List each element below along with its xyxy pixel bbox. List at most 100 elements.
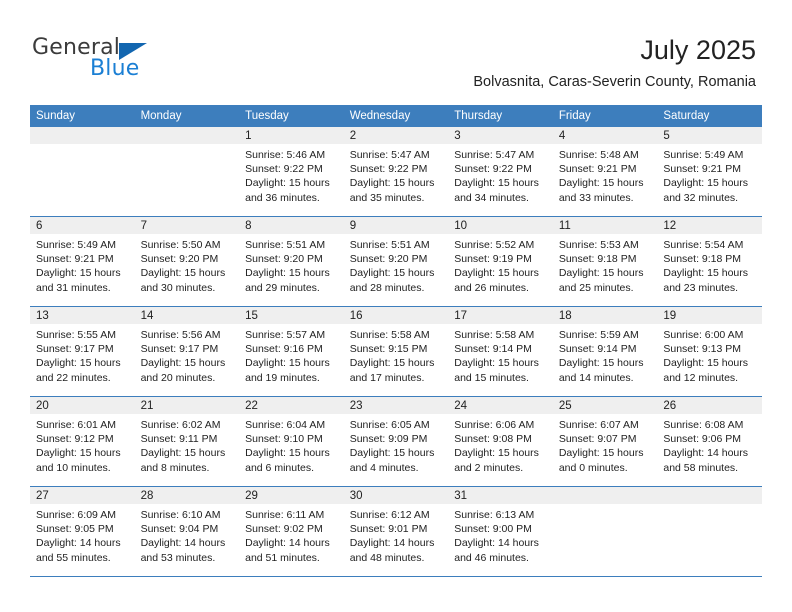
- calendar-day-cell[interactable]: 26 Sunrise: 6:08 AM Sunset: 9:06 PM Dayligh…: [657, 396, 762, 487]
- day-cell-inner: 30 Sunrise: 6:12 AM Sunset: 9:01 PM Dayligh…: [343, 487, 449, 576]
- daylight-text-line1: Daylight: 15 hours: [663, 267, 749, 280]
- day-number: 27: [30, 487, 135, 504]
- day-details: Sunrise: 6:04 AM Sunset: 9:10 PM Daylight:…: [239, 414, 344, 475]
- day-number: 24: [448, 397, 553, 414]
- calendar-day-cell[interactable]: 29 Sunrise: 6:11 AM Sunset: 9:02 PM Dayligh…: [239, 486, 344, 576]
- sunrise-text: Sunrise: 6:11 AM: [245, 509, 325, 521]
- sunrise-text: Sunrise: 5:55 AM: [36, 329, 116, 341]
- calendar-day-cell[interactable]: 24 Sunrise: 6:06 AM Sunset: 9:08 PM Dayligh…: [448, 396, 553, 487]
- calendar-day-cell[interactable]: 19 Sunrise: 6:00 AM Sunset: 9:13 PM Dayligh…: [657, 306, 762, 397]
- calendar-day-cell[interactable]: 2 Sunrise: 5:47 AM Sunset: 9:22 PM Daylight…: [343, 127, 449, 217]
- calendar-week-row: 13 Sunrise: 5:55 AM Sunset: 9:17 PM Dayligh…: [30, 306, 762, 397]
- day-number: 18: [552, 307, 658, 324]
- sunset-text: Sunset: 9:18 PM: [663, 253, 742, 266]
- calendar-day-cell[interactable]: 16 Sunrise: 5:58 AM Sunset: 9:15 PM Dayligh…: [343, 306, 449, 397]
- calendar-day-cell[interactable]: 9 Sunrise: 5:51 AM Sunset: 9:20 PM Daylight…: [343, 216, 449, 307]
- daylight-text-line2: and 58 minutes.: [663, 461, 739, 474]
- day-number: 13: [30, 307, 135, 324]
- calendar-day-cell[interactable]: 15 Sunrise: 5:57 AM Sunset: 9:16 PM Dayligh…: [239, 306, 344, 397]
- daylight-text-line2: and 34 minutes.: [454, 191, 529, 204]
- dow-header-thursday: Thursday: [448, 105, 553, 127]
- daylight-text-line1: Daylight: 15 hours: [245, 177, 330, 190]
- sunset-text: Sunset: 9:17 PM: [36, 343, 114, 356]
- sunset-text: Sunset: 9:21 PM: [663, 163, 742, 176]
- sunset-text: Sunset: 9:14 PM: [454, 343, 532, 356]
- calendar-day-cell[interactable]: 10 Sunrise: 5:52 AM Sunset: 9:19 PM Dayligh…: [448, 216, 553, 307]
- daylight-text-line2: and 36 minutes.: [245, 191, 320, 204]
- sunset-text: Sunset: 9:22 PM: [349, 163, 428, 176]
- day-details: Sunrise: 5:53 AM Sunset: 9:18 PM Daylight:…: [553, 234, 658, 295]
- calendar-day-cell[interactable]: 22 Sunrise: 6:04 AM Sunset: 9:10 PM Dayligh…: [239, 396, 344, 487]
- daylight-text-line2: and 26 minutes.: [454, 281, 529, 294]
- calendar-day-cell[interactable]: 21 Sunrise: 6:02 AM Sunset: 9:11 PM Dayligh…: [134, 396, 240, 487]
- day-cell-inner: 24 Sunrise: 6:06 AM Sunset: 9:08 PM Dayligh…: [448, 397, 553, 486]
- calendar-day-cell[interactable]: 4 Sunrise: 5:48 AM Sunset: 9:21 PM Daylight…: [552, 127, 658, 217]
- sunrise-text: Sunrise: 5:46 AM: [245, 149, 326, 161]
- sunrise-text: Sunrise: 6:04 AM: [245, 419, 326, 431]
- calendar-day-cell[interactable]: 7 Sunrise: 5:50 AM Sunset: 9:20 PM Daylight…: [134, 216, 240, 307]
- calendar-day-cell[interactable]: 12 Sunrise: 5:54 AM Sunset: 9:18 PM Dayligh…: [657, 216, 762, 307]
- sunrise-text: Sunrise: 5:57 AM: [245, 329, 326, 341]
- daylight-text-line1: Daylight: 15 hours: [245, 447, 330, 460]
- calendar-day-cell[interactable]: 25 Sunrise: 6:07 AM Sunset: 9:07 PM Dayligh…: [552, 396, 658, 487]
- calendar-day-cell[interactable]: 3 Sunrise: 5:47 AM Sunset: 9:22 PM Daylight…: [448, 127, 553, 217]
- calendar-day-cell[interactable]: 20 Sunrise: 6:01 AM Sunset: 9:12 PM Dayligh…: [30, 396, 135, 487]
- calendar-day-cell[interactable]: 23 Sunrise: 6:05 AM Sunset: 9:09 PM Dayligh…: [343, 396, 449, 487]
- day-cell-inner: 31 Sunrise: 6:13 AM Sunset: 9:00 PM Dayligh…: [448, 487, 553, 576]
- calendar-body: 1 Sunrise: 5:46 AM Sunset: 9:22 PM Daylight…: [30, 127, 762, 576]
- daylight-text-line1: Daylight: 15 hours: [663, 357, 749, 370]
- calendar-day-cell[interactable]: 6 Sunrise: 5:49 AM Sunset: 9:21 PM Daylight…: [30, 216, 135, 307]
- calendar-day-cell[interactable]: 28 Sunrise: 6:10 AM Sunset: 9:04 PM Dayligh…: [134, 486, 240, 576]
- daylight-text-line1: Daylight: 15 hours: [349, 267, 435, 280]
- dow-header-tuesday: Tuesday: [239, 105, 344, 127]
- sunrise-text: Sunrise: 6:07 AM: [558, 419, 639, 431]
- sunset-text: Sunset: 9:12 PM: [36, 433, 114, 446]
- calendar-day-cell[interactable]: 31 Sunrise: 6:13 AM Sunset: 9:00 PM Dayligh…: [448, 486, 553, 576]
- daylight-text-line1: Daylight: 15 hours: [36, 357, 121, 370]
- day-details: Sunrise: 6:05 AM Sunset: 9:09 PM Daylight:…: [344, 414, 449, 475]
- sunset-text: Sunset: 9:21 PM: [36, 253, 114, 266]
- calendar-day-cell[interactable]: 27 Sunrise: 6:09 AM Sunset: 9:05 PM Dayligh…: [30, 486, 135, 576]
- daylight-text-line2: and 20 minutes.: [140, 371, 216, 384]
- day-number: 3: [448, 127, 553, 144]
- calendar-day-cell[interactable]: 1 Sunrise: 5:46 AM Sunset: 9:22 PM Daylight…: [239, 127, 344, 217]
- calendar-day-cell[interactable]: 13 Sunrise: 5:55 AM Sunset: 9:17 PM Dayligh…: [30, 306, 135, 397]
- day-cell-inner: 4 Sunrise: 5:48 AM Sunset: 9:21 PM Daylight…: [552, 127, 658, 216]
- day-details: Sunrise: 5:51 AM Sunset: 9:20 PM Daylight:…: [344, 234, 449, 295]
- sunset-text: Sunset: 9:13 PM: [663, 343, 742, 356]
- sunrise-text: Sunrise: 6:13 AM: [454, 509, 535, 521]
- daylight-text-line1: Daylight: 15 hours: [36, 447, 121, 460]
- daylight-text-line1: Daylight: 15 hours: [245, 267, 330, 280]
- daylight-text-line2: and 2 minutes.: [454, 461, 524, 474]
- calendar-week-row: 20 Sunrise: 6:01 AM Sunset: 9:12 PM Dayligh…: [30, 396, 762, 487]
- day-details: Sunrise: 5:59 AM Sunset: 9:14 PM Daylight:…: [553, 324, 658, 385]
- calendar-day-cell[interactable]: 11 Sunrise: 5:53 AM Sunset: 9:18 PM Dayligh…: [552, 216, 658, 307]
- sunrise-text: Sunrise: 5:51 AM: [245, 239, 326, 251]
- sunset-text: Sunset: 9:22 PM: [454, 163, 532, 176]
- day-cell-inner: [30, 127, 135, 216]
- calendar-day-cell[interactable]: 17 Sunrise: 5:58 AM Sunset: 9:14 PM Dayligh…: [448, 306, 553, 397]
- day-details: Sunrise: 5:55 AM Sunset: 9:17 PM Daylight:…: [30, 324, 135, 385]
- day-number: 26: [657, 397, 762, 414]
- sunrise-text: Sunrise: 5:48 AM: [558, 149, 639, 161]
- sunset-text: Sunset: 9:16 PM: [245, 343, 323, 356]
- day-cell-inner: 7 Sunrise: 5:50 AM Sunset: 9:20 PM Daylight…: [134, 217, 240, 306]
- calendar-day-cell[interactable]: 14 Sunrise: 5:56 AM Sunset: 9:17 PM Dayligh…: [134, 306, 240, 397]
- sunrise-text: Sunrise: 6:12 AM: [349, 509, 430, 521]
- calendar-day-cell[interactable]: 5 Sunrise: 5:49 AM Sunset: 9:21 PM Daylight…: [657, 127, 762, 217]
- day-cell-inner: 3 Sunrise: 5:47 AM Sunset: 9:22 PM Daylight…: [448, 127, 553, 216]
- calendar-grid: Sunday Monday Tuesday Wednesday Thursday…: [30, 105, 762, 576]
- day-number: 1: [239, 127, 344, 144]
- calendar-week-row: 1 Sunrise: 5:46 AM Sunset: 9:22 PM Daylight…: [30, 127, 762, 217]
- day-number: 30: [343, 487, 449, 504]
- sunset-text: Sunset: 9:19 PM: [454, 253, 532, 266]
- day-cell-inner: 23 Sunrise: 6:05 AM Sunset: 9:09 PM Dayligh…: [343, 397, 449, 486]
- general-blue-logo[interactable]: General Blue: [32, 36, 232, 82]
- calendar-day-cell[interactable]: 18 Sunrise: 5:59 AM Sunset: 9:14 PM Dayligh…: [552, 306, 658, 397]
- day-cell-inner: 19 Sunrise: 6:00 AM Sunset: 9:13 PM Dayligh…: [657, 307, 762, 396]
- calendar-day-cell[interactable]: 8 Sunrise: 5:51 AM Sunset: 9:20 PM Daylight…: [239, 216, 344, 307]
- daylight-text-line2: and 0 minutes.: [558, 461, 628, 474]
- day-details: Sunrise: 5:51 AM Sunset: 9:20 PM Daylight:…: [239, 234, 344, 295]
- calendar-day-cell[interactable]: 30 Sunrise: 6:12 AM Sunset: 9:01 PM Dayligh…: [343, 486, 449, 576]
- day-details: Sunrise: 5:58 AM Sunset: 9:14 PM Daylight:…: [448, 324, 553, 385]
